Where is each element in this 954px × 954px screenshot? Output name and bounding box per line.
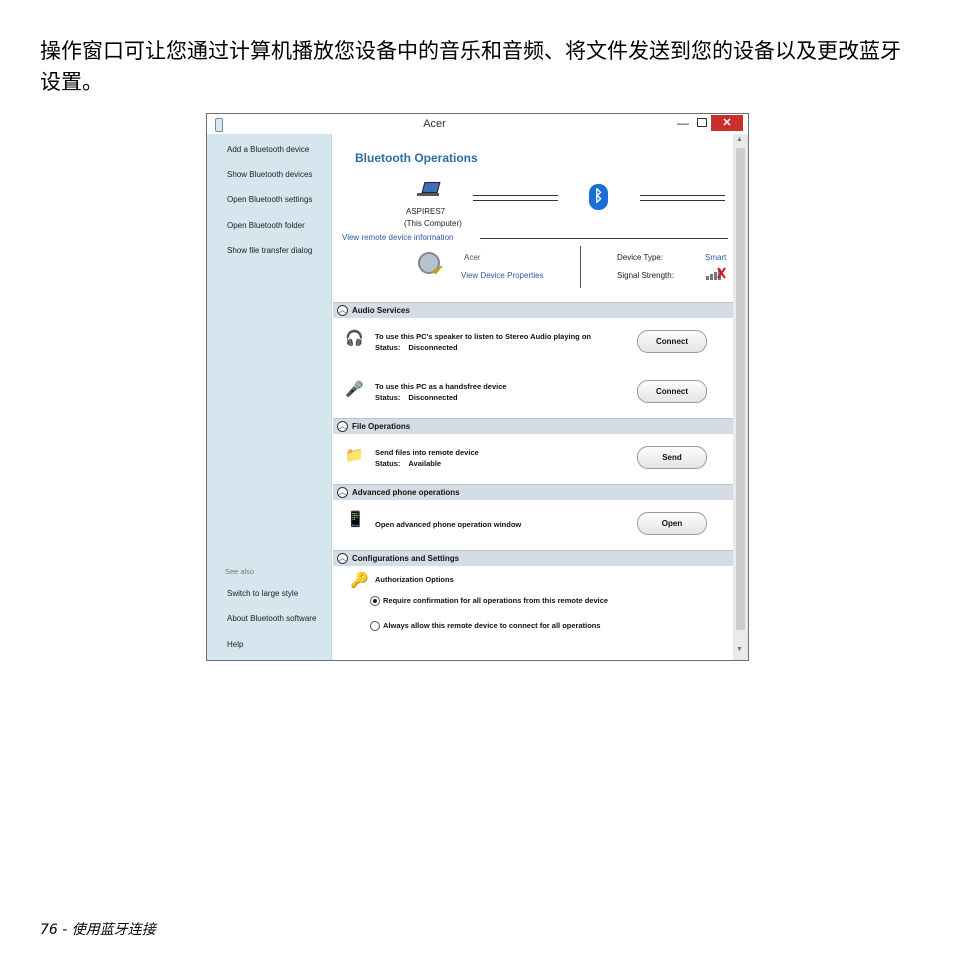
collapse-icon[interactable]: ︿	[337, 305, 348, 316]
remote-device-name: Acer	[464, 253, 481, 262]
divider	[580, 246, 581, 288]
scroll-thumb[interactable]	[736, 148, 745, 630]
section-configurations[interactable]: ︿ Configurations and Settings	[333, 550, 733, 566]
require-confirmation-radio[interactable]	[370, 596, 380, 606]
open-button[interactable]: Open	[637, 512, 707, 535]
folder-send-icon: 📁	[345, 447, 364, 464]
bluetooth-icon: ᛒ	[589, 184, 608, 210]
window-title: Acer	[423, 118, 446, 130]
handsfree-status: Status: Disconnected	[375, 393, 458, 402]
section-label: Advanced phone operations	[352, 488, 460, 497]
sidebar-item-large-style[interactable]: Switch to large style	[227, 589, 298, 598]
see-also-label: See also	[225, 567, 255, 576]
device-type-value: Smart	[705, 253, 727, 262]
maximize-button[interactable]	[697, 118, 707, 127]
always-allow-radio[interactable]	[370, 621, 380, 631]
check-icon: ✔	[432, 262, 444, 278]
section-label: Configurations and Settings	[352, 554, 460, 563]
section-audio-services[interactable]: ︿ Audio Services	[333, 302, 733, 318]
sidebar-item-open-settings[interactable]: Open Bluetooth settings	[227, 195, 312, 204]
device-type-label: Device Type:	[617, 253, 664, 262]
intro-paragraph: 操作窗口可让您通过计算机播放您设备中的音乐和音频、将文件发送到您的设备以及更改蓝…	[40, 39, 901, 94]
connection-line	[473, 195, 558, 196]
collapse-icon[interactable]: ︿	[337, 421, 348, 432]
view-properties-link[interactable]: View Device Properties	[461, 271, 544, 280]
handsfree-title: To use this PC as a handsfree device	[375, 382, 507, 391]
collapse-icon[interactable]: ︿	[337, 553, 348, 564]
headphones-icon: 🎧	[345, 330, 364, 347]
sidebar-item-about[interactable]: About Bluetooth software	[227, 614, 316, 623]
title-bar: Acer — ✕	[207, 114, 748, 134]
page-footer: 76 - 使用蓝牙连接	[40, 922, 156, 938]
always-allow-label[interactable]: Always allow this remote device to conne…	[383, 621, 601, 630]
page-title: Bluetooth Operations	[355, 151, 478, 165]
phone-operation-title: Open advanced phone operation window	[375, 520, 522, 529]
scroll-down-icon[interactable]: ▼	[736, 646, 743, 653]
send-files-status: Status: Available	[375, 459, 442, 468]
signal-icon	[706, 267, 726, 280]
stereo-audio-status: Status: Disconnected	[375, 343, 458, 352]
laptop-base	[417, 193, 439, 196]
send-button[interactable]: Send	[637, 446, 707, 469]
send-files-title: Send files into remote device	[375, 448, 479, 457]
connect-stereo-button[interactable]: Connect	[637, 330, 707, 353]
vertical-scrollbar[interactable]: ▲ ▼	[733, 134, 748, 660]
sidebar-item-help[interactable]: Help	[227, 640, 243, 649]
sidebar-item-show-devices[interactable]: Show Bluetooth devices	[227, 170, 312, 179]
sidebar-item-file-transfer[interactable]: Show file transfer dialog	[227, 246, 312, 255]
sidebar-item-open-folder[interactable]: Open Bluetooth folder	[227, 221, 305, 230]
stereo-audio-title: To use this PC's speaker to listen to St…	[375, 332, 591, 341]
connection-line	[640, 195, 725, 196]
signal-strength-label: Signal Strength:	[617, 271, 674, 280]
section-label: File Operations	[352, 422, 411, 431]
collapse-icon[interactable]: ︿	[337, 487, 348, 498]
require-confirmation-label[interactable]: Require confirmation for all operations …	[383, 596, 608, 605]
headset-icon: 🎤	[345, 381, 364, 398]
close-button[interactable]: ✕	[711, 115, 743, 131]
divider	[480, 238, 728, 239]
view-remote-link[interactable]: View remote device information	[342, 233, 453, 242]
operations-panel: Bluetooth Operations ASPIRES7 (This Comp…	[331, 134, 734, 660]
computer-label: (This Computer)	[404, 219, 462, 228]
section-advanced-phone[interactable]: ︿ Advanced phone operations	[333, 484, 733, 500]
section-label: Audio Services	[352, 306, 410, 315]
connect-handsfree-button[interactable]: Connect	[637, 380, 707, 403]
section-file-operations[interactable]: ︿ File Operations	[333, 418, 733, 434]
sidebar: Add a Bluetooth device Show Bluetooth de…	[207, 134, 331, 660]
sidebar-item-add-device[interactable]: Add a Bluetooth device	[227, 145, 309, 154]
connection-line	[473, 200, 558, 201]
scroll-up-icon[interactable]: ▲	[736, 136, 743, 143]
phone-icon: 📱	[346, 511, 365, 528]
laptop-icon	[421, 182, 441, 193]
keys-icon: 🔑	[350, 572, 369, 589]
authorization-title: Authorization Options	[375, 575, 454, 584]
connection-line	[640, 200, 725, 201]
bluetooth-window: Acer — ✕ Add a Bluetooth device Show Blu…	[206, 113, 749, 661]
minimize-button[interactable]: —	[677, 116, 689, 130]
computer-name: ASPIRES7	[406, 207, 446, 216]
